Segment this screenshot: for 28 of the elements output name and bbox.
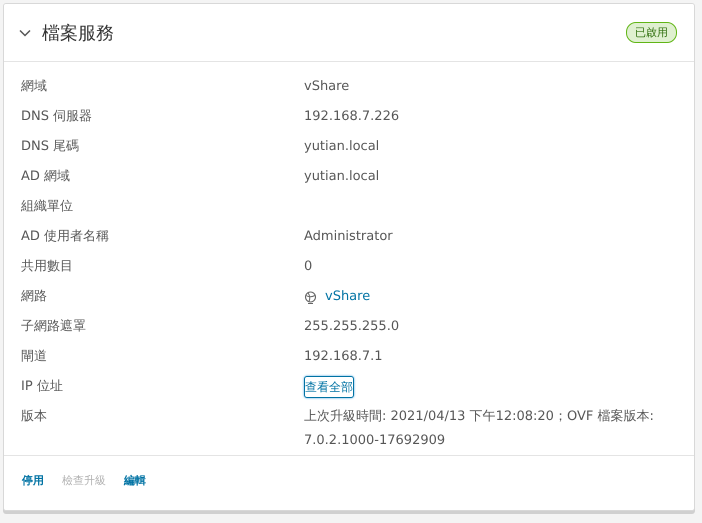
property-label: 共用數目 bbox=[21, 258, 74, 276]
property-value: vShare bbox=[304, 78, 350, 96]
property-value: 192.168.7.226 bbox=[304, 108, 400, 126]
property-label: DNS 伺服器 bbox=[21, 108, 94, 126]
property-value: 上次升級時間: 2021/04/13 下午12:08:20；OVF 檔案版本: 7.0.2.1000-17692909 bbox=[304, 408, 655, 450]
network-icon bbox=[304, 290, 317, 304]
property-value: 192.168.7.1 bbox=[304, 348, 384, 366]
property-value: yutian.local bbox=[304, 168, 380, 186]
status-badge: 已啟用 bbox=[626, 22, 677, 43]
action-link[interactable]: 編輯 bbox=[124, 473, 146, 488]
property-label: 組織單位 bbox=[21, 198, 74, 216]
property-label: AD 使用者名稱 bbox=[21, 228, 110, 246]
property-value: yutian.local bbox=[304, 138, 380, 156]
property-label: DNS 尾碼 bbox=[21, 138, 80, 156]
property-label: 網路 bbox=[21, 288, 48, 306]
action-link[interactable]: 停用 bbox=[22, 473, 44, 488]
property-label: 版本 bbox=[21, 408, 48, 426]
network-link[interactable]: vShare bbox=[325, 285, 370, 309]
property-label: AD 網域 bbox=[21, 168, 72, 186]
property-label: 子網路遮罩 bbox=[21, 318, 87, 336]
property-label: 閘道 bbox=[21, 348, 48, 366]
property-label: 網域 bbox=[21, 78, 48, 96]
property-value: Administrator bbox=[304, 228, 394, 246]
card-title: 檔案服務 bbox=[42, 22, 115, 44]
property-value: 255.255.255.0 bbox=[304, 318, 400, 336]
view-all-button[interactable]: 查看全部 bbox=[304, 376, 354, 398]
property-value: 0 bbox=[304, 258, 314, 276]
property-label: IP 位址 bbox=[21, 378, 64, 396]
